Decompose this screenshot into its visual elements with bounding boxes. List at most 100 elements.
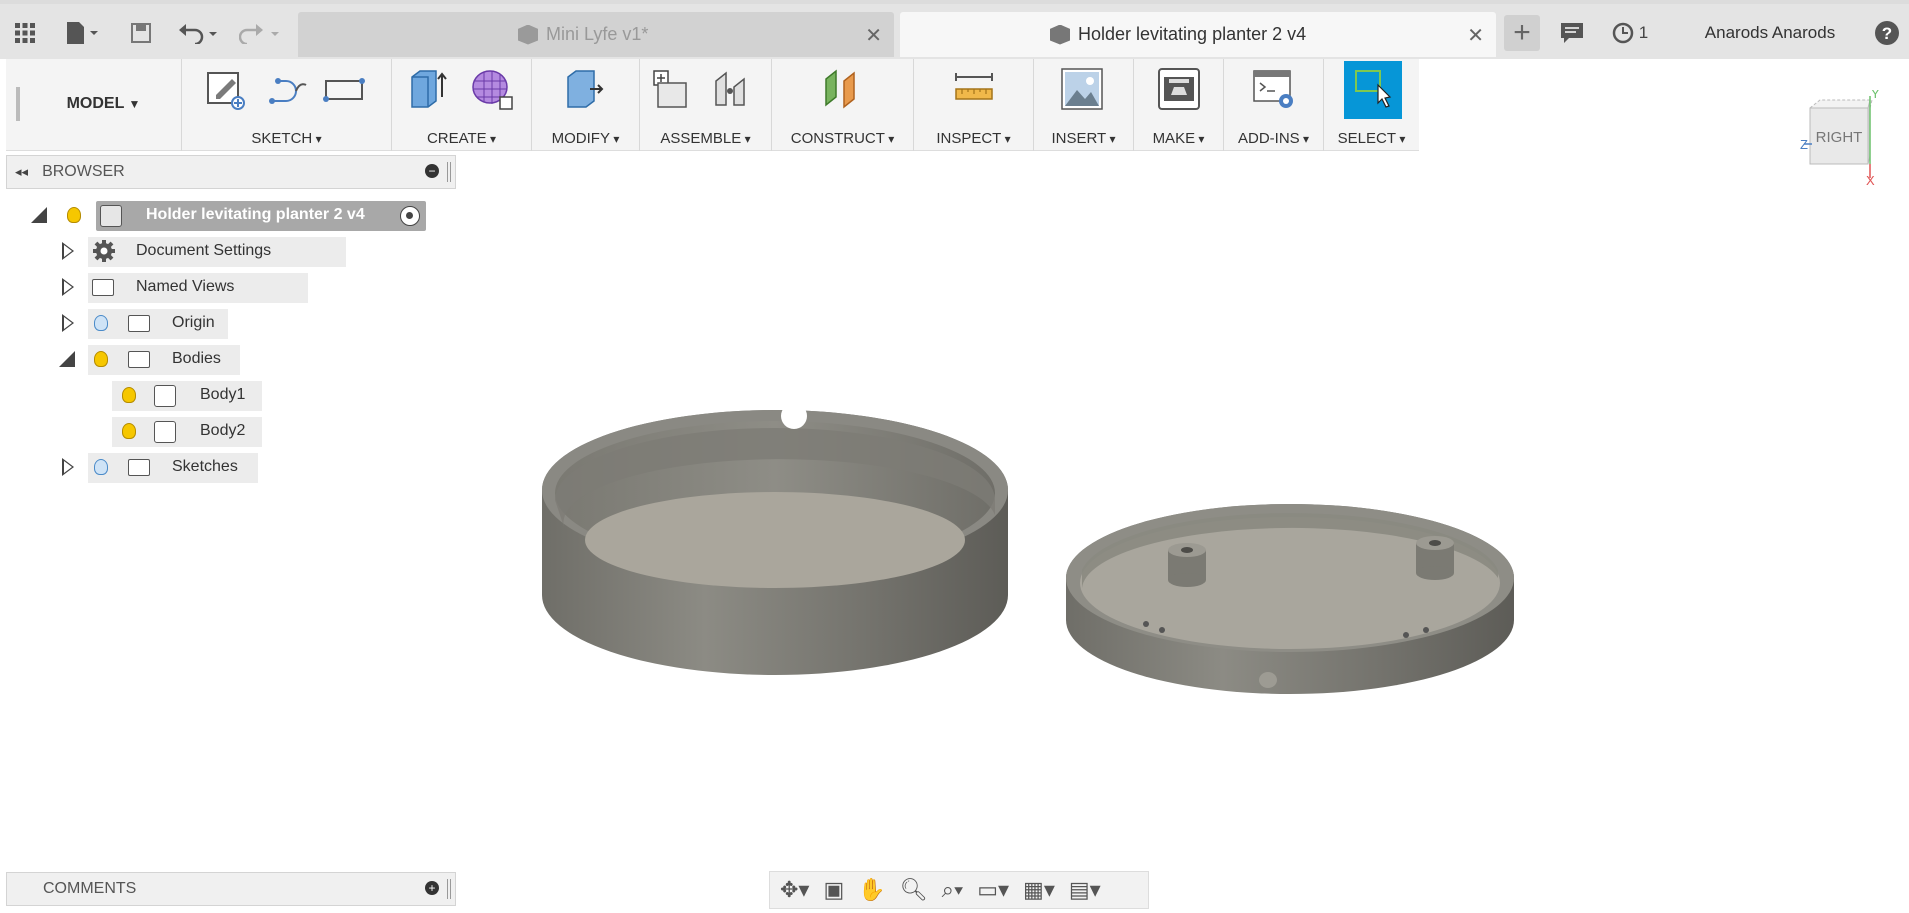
inspect-group: INSPECT	[914, 59, 1034, 151]
offset-plane-icon[interactable]	[820, 67, 864, 111]
construct-group: CONSTRUCT	[772, 59, 914, 151]
body-icon	[154, 421, 176, 443]
folder-icon	[128, 351, 150, 368]
expanded-triangle-icon[interactable]	[58, 350, 76, 368]
visibility-bulb-icon[interactable]	[122, 423, 136, 439]
make-group: MAKE	[1134, 59, 1224, 151]
collapsed-triangle-icon[interactable]	[62, 242, 74, 260]
assemble-menu[interactable]: ASSEMBLE	[640, 130, 771, 147]
create-sketch-icon[interactable]	[204, 67, 248, 111]
modify-menu[interactable]: MODIFY	[532, 130, 639, 147]
tab-label: Holder levitating planter 2 v4	[1078, 24, 1307, 44]
viewcube[interactable]: RIGHT Y Z X	[1800, 86, 1880, 188]
gear-icon	[93, 240, 115, 262]
job-count: 1	[1638, 23, 1649, 42]
zoom-icon[interactable]: 🔍︎	[900, 877, 928, 903]
pan-hand-icon[interactable]: ✋	[858, 877, 885, 903]
tree-item-label: Named Views	[136, 278, 235, 295]
addins-group: ADD-INS	[1224, 59, 1324, 151]
select-group: SELECT	[1324, 59, 1419, 151]
workspace-switcher[interactable]: MODEL ▼	[26, 59, 182, 151]
select-menu[interactable]: SELECT	[1324, 130, 1419, 147]
tree-item-label: Body1	[200, 386, 246, 403]
redo-icon[interactable]	[238, 18, 288, 48]
viewport-canvas[interactable]	[520, 390, 1520, 710]
grid-settings-icon[interactable]: ▦▾	[1023, 877, 1055, 903]
add-comment-icon[interactable]: +	[425, 881, 439, 895]
new-component-icon[interactable]	[650, 67, 694, 111]
panel-grip[interactable]	[447, 162, 451, 182]
browser-options-icon[interactable]: −	[425, 164, 439, 178]
undo-icon[interactable]	[176, 18, 226, 48]
save-icon[interactable]	[128, 18, 154, 48]
collapsed-triangle-icon[interactable]	[62, 314, 74, 332]
body2-model[interactable]	[1066, 504, 1514, 694]
job-status-icon[interactable]: 1	[1608, 18, 1652, 48]
panel-grip[interactable]	[447, 879, 451, 899]
expanded-triangle-icon[interactable]	[30, 206, 48, 224]
collapse-browser-icon[interactable]: ◂◂	[15, 164, 28, 180]
measure-icon[interactable]	[952, 67, 996, 111]
ribbon-grip[interactable]	[16, 87, 20, 121]
browser-panel-header: ◂◂ BROWSER −	[6, 155, 456, 189]
workspace-label: MODEL	[66, 95, 125, 112]
comments-title: COMMENTS	[43, 880, 137, 897]
sketch-menu[interactable]: SKETCH	[182, 130, 391, 147]
inspect-menu[interactable]: INSPECT	[914, 130, 1033, 147]
body1-model[interactable]	[542, 403, 1008, 675]
folder-icon	[128, 459, 150, 476]
folder-icon	[128, 315, 150, 332]
help-icon[interactable]: ?	[1872, 18, 1902, 48]
orbit-icon[interactable]: ✥▾	[780, 877, 809, 903]
comments-panel-header: COMMENTS +	[6, 872, 456, 906]
scripts-addins-icon[interactable]	[1252, 67, 1296, 111]
create-group: CREATE	[392, 59, 532, 151]
folder-icon	[92, 279, 114, 296]
activate-component-icon[interactable]	[400, 206, 420, 226]
make-menu[interactable]: MAKE	[1134, 130, 1223, 147]
joint-icon[interactable]	[710, 67, 754, 111]
visibility-bulb-off-icon[interactable]	[94, 459, 108, 475]
component-icon	[100, 205, 122, 227]
construct-menu[interactable]: CONSTRUCT	[772, 130, 913, 147]
close-icon[interactable]: ✕	[1467, 23, 1484, 48]
tree-item-label: Body2	[200, 422, 246, 439]
design-cube-icon	[1050, 24, 1070, 45]
insert-canvas-icon[interactable]	[1060, 67, 1104, 111]
user-name[interactable]: Anarods Anarods	[1690, 18, 1850, 48]
visibility-bulb-icon[interactable]	[122, 387, 136, 403]
new-tab-plus-icon[interactable]: +	[1504, 15, 1540, 51]
addins-menu[interactable]: ADD-INS	[1224, 130, 1323, 147]
fit-zoom-icon[interactable]: ⌕▾	[942, 877, 964, 903]
form-icon[interactable]	[470, 67, 514, 111]
x-axis-label: X	[1866, 173, 1875, 185]
spline-icon[interactable]	[266, 67, 310, 111]
tab-mini-lyfe[interactable]: Mini Lyfe v1* ✕	[298, 12, 894, 57]
visibility-bulb-off-icon[interactable]	[94, 315, 108, 331]
comment-icon[interactable]	[1558, 18, 1586, 48]
assemble-group: ASSEMBLE	[640, 59, 772, 151]
visibility-bulb-icon[interactable]	[67, 207, 81, 223]
3d-print-icon[interactable]	[1157, 67, 1201, 111]
insert-group: INSERT	[1034, 59, 1134, 151]
tree-item-label: Origin	[172, 314, 215, 331]
body-icon	[154, 385, 176, 407]
extrude-icon[interactable]	[406, 67, 450, 111]
create-menu[interactable]: CREATE	[392, 130, 531, 147]
collapsed-triangle-icon[interactable]	[62, 278, 74, 296]
design-cube-icon	[518, 24, 538, 45]
insert-menu[interactable]: INSERT	[1034, 130, 1133, 147]
visibility-bulb-icon[interactable]	[94, 351, 108, 367]
collapsed-triangle-icon[interactable]	[62, 458, 74, 476]
z-axis-label: Z	[1800, 137, 1808, 152]
rectangle-icon[interactable]	[322, 67, 366, 111]
viewports-icon[interactable]: ▤▾	[1069, 877, 1101, 903]
tab-holder-levitating-planter[interactable]: Holder levitating planter 2 v4 ✕	[900, 12, 1496, 57]
close-icon[interactable]: ✕	[865, 23, 882, 48]
file-menu-icon[interactable]	[60, 18, 104, 48]
app-grid-icon[interactable]	[10, 18, 40, 48]
press-pull-icon[interactable]	[562, 67, 606, 111]
display-settings-icon[interactable]: ▭▾	[977, 877, 1009, 903]
look-at-icon[interactable]: ▣	[823, 877, 844, 903]
select-tool-button[interactable]	[1344, 61, 1402, 119]
